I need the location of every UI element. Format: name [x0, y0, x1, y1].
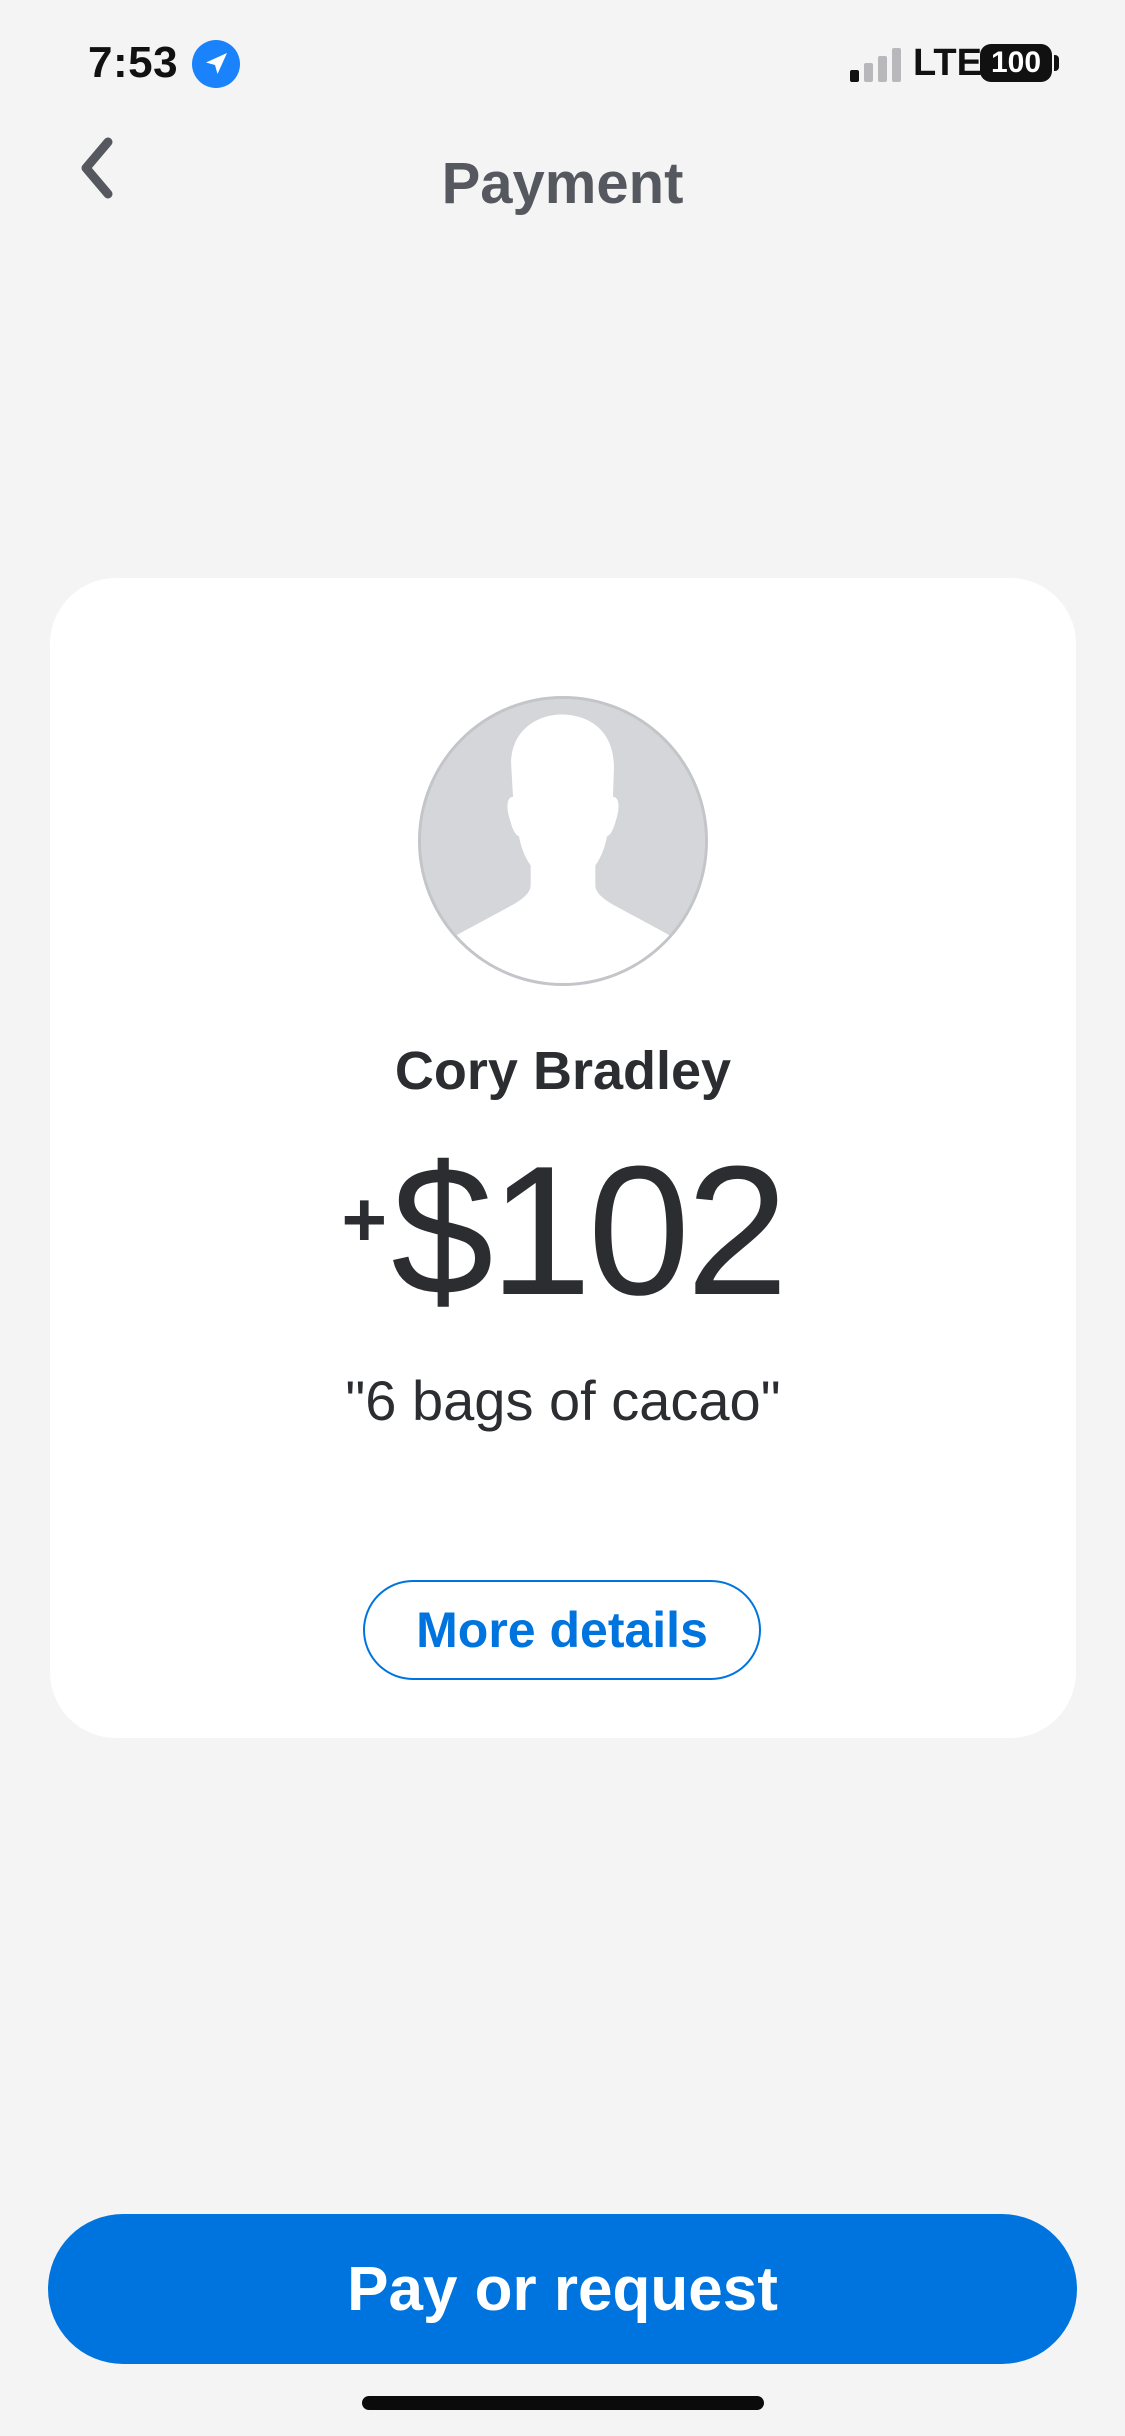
- network-type: LTE: [913, 42, 982, 84]
- cellular-signal-icon: [850, 48, 904, 82]
- payment-note: "6 bags of cacao": [345, 1369, 781, 1432]
- payment-screen: 7:53 LTE 100 Payment Cory Bradley + $102…: [0, 0, 1125, 2436]
- amount-sign: +: [341, 1175, 388, 1263]
- avatar: [418, 696, 708, 986]
- status-bar: 7:53 LTE 100: [0, 0, 1125, 130]
- location-arrow-icon: [192, 40, 240, 88]
- payment-card: Cory Bradley + $102 "6 bags of cacao" Mo…: [50, 578, 1076, 1738]
- amount-value: $102: [391, 1127, 788, 1333]
- battery-level: 100: [990, 46, 1042, 79]
- contact-name: Cory Bradley: [394, 1041, 732, 1101]
- battery-icon: 100: [980, 44, 1052, 82]
- payment-amount: + $102: [50, 1138, 1076, 1322]
- status-time: 7:53: [88, 38, 179, 87]
- battery-cap: [1054, 55, 1059, 71]
- home-indicator[interactable]: [362, 2396, 764, 2410]
- more-details-button[interactable]: More details: [363, 1580, 761, 1680]
- pay-or-request-button[interactable]: Pay or request: [48, 2214, 1077, 2364]
- default-avatar-icon: [421, 699, 705, 983]
- page-title: Payment: [441, 151, 684, 216]
